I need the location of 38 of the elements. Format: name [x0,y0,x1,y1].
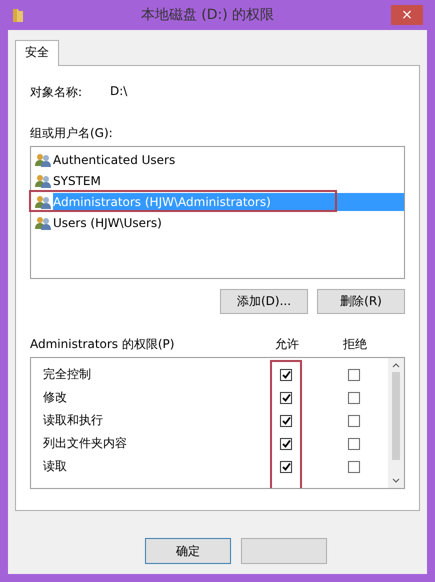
permission-name: 完全控制 [43,366,92,383]
scrollbar[interactable] [388,358,404,488]
deny-checkbox[interactable] [348,392,360,404]
allow-checkbox[interactable] [280,392,292,404]
user-item[interactable]: Authenticated Users [31,149,404,170]
users-icon [35,216,51,230]
allow-header: 允许 [274,336,300,353]
object-name-value: D:\ [110,84,128,100]
deny-checkbox[interactable] [348,460,360,472]
deny-checkbox[interactable] [348,438,360,450]
users-icon [35,174,51,188]
scroll-down-icon[interactable] [392,478,400,484]
user-item[interactable]: Users (HJW\Users) [31,212,404,233]
permissions-label: Administrators 的权限(P) [30,336,176,353]
permission-name: 修改 [43,389,68,406]
tab[interactable]: 安全 [15,40,59,66]
close-button[interactable]: × [391,5,423,25]
allow-checkbox[interactable] [280,438,292,450]
scroll-up-icon[interactable] [392,362,400,368]
deny-checkbox[interactable] [348,368,360,380]
action-button[interactable]: 添加(D)... [220,289,308,314]
object-name-label: 对象名称: [30,84,84,101]
permission-name: 列出文件夹内容 [43,435,128,452]
dialog-button[interactable]: 确定 [145,538,231,564]
allow-checkbox[interactable] [280,460,292,472]
users-icon [35,152,51,166]
allow-checkbox[interactable] [280,368,292,380]
user-item[interactable]: SYSTEM [31,170,404,191]
users-icon [35,194,51,208]
permission-name: 读取 [43,458,68,475]
folder-icon [12,7,24,23]
users-label: 组或用户名(G): [30,125,114,142]
allow-checkbox[interactable] [280,414,292,426]
deny-header: 拒绝 [342,336,368,353]
window-title: 本地磁盘 (D:) 的权限 [140,6,276,24]
action-button[interactable]: 删除(R) [317,289,405,314]
deny-checkbox[interactable] [348,414,360,426]
permission-name: 读取和执行 [43,412,104,429]
